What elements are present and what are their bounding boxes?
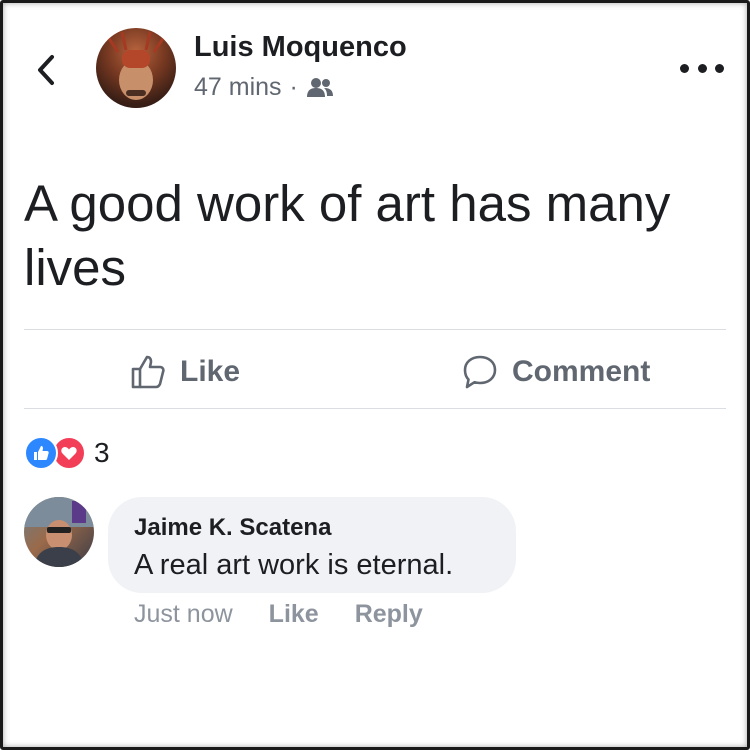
avatar-image bbox=[24, 497, 94, 567]
post-text: A good work of art has many lives bbox=[24, 175, 671, 296]
divider bbox=[24, 329, 726, 330]
speech-bubble-icon bbox=[463, 355, 497, 389]
comment-label: Comment bbox=[512, 355, 651, 388]
comment-reply-button[interactable]: Reply bbox=[355, 600, 423, 629]
comment-actions: Just now Like Reply bbox=[134, 600, 423, 629]
chevron-left-icon bbox=[38, 55, 54, 85]
comment-time: Just now bbox=[134, 600, 233, 628]
commenter-name[interactable]: Jaime K. Scatena bbox=[134, 513, 516, 543]
post-time[interactable]: 47 mins bbox=[194, 73, 282, 102]
avatar-image bbox=[104, 31, 168, 100]
meta-separator: · bbox=[289, 73, 298, 101]
comment-bubble: Jaime K. Scatena A real art work is eter… bbox=[108, 497, 516, 593]
more-horizontal-icon bbox=[680, 63, 689, 73]
post-meta: 47 mins · bbox=[194, 73, 334, 102]
comment-like-button[interactable]: Like bbox=[269, 600, 319, 629]
divider bbox=[24, 408, 726, 409]
thumbs-up-icon bbox=[131, 355, 165, 389]
author-avatar[interactable] bbox=[96, 28, 176, 108]
back-button[interactable] bbox=[30, 50, 62, 90]
commenter-avatar[interactable] bbox=[24, 497, 94, 567]
author-name[interactable]: Luis Moquenco bbox=[194, 31, 407, 64]
more-options-button[interactable] bbox=[680, 56, 724, 80]
friends-icon bbox=[306, 77, 333, 97]
like-button[interactable]: Like bbox=[130, 347, 240, 397]
reactions-summary[interactable]: 3 bbox=[24, 436, 110, 470]
reaction-count: 3 bbox=[94, 437, 110, 468]
like-label: Like bbox=[180, 355, 241, 388]
like-reaction-icon bbox=[24, 436, 58, 470]
comment-text: A real art work is eternal. bbox=[134, 549, 454, 581]
comment-button[interactable]: Comment bbox=[462, 347, 650, 397]
